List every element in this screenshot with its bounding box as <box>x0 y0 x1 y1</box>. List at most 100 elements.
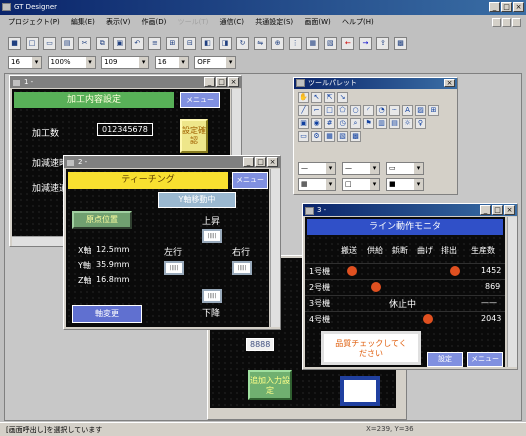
prev-icon[interactable]: ← <box>341 37 355 50</box>
win1-close-button[interactable]: × <box>228 77 239 87</box>
zoom-select[interactable]: 100% <box>47 56 96 69</box>
screen-window-2[interactable]: 2 - _ □ × ティーチング メニュー Y軸移動中 原点位置 X軸 12.5mm… <box>63 155 281 330</box>
front-icon[interactable]: ◧ <box>201 37 215 50</box>
menu-view[interactable]: 表示(V) <box>106 18 130 26</box>
setting-button[interactable]: 設定 <box>427 352 463 367</box>
zoom-icon[interactable]: ⊕ <box>271 37 285 50</box>
menu-edit[interactable]: 編集(E) <box>71 18 95 26</box>
image-icon[interactable]: ▨ <box>415 105 426 116</box>
jog-right-button[interactable]: ||||| <box>232 261 252 275</box>
window4-button[interactable]: 追加入力設定 <box>248 370 292 400</box>
close-button[interactable]: × <box>513 2 524 12</box>
axis-change-button[interactable]: 軸変更 <box>72 305 142 323</box>
switch-icon[interactable]: ▣ <box>298 118 309 129</box>
table-icon[interactable]: ⊞ <box>428 105 439 116</box>
flip-icon[interactable]: ⇋ <box>253 37 267 50</box>
panel-icon[interactable]: ▧ <box>337 131 348 142</box>
zoom-pointer-icon[interactable]: ↘ <box>337 92 348 103</box>
alarm-icon[interactable]: ⚑ <box>363 118 374 129</box>
win3-close-button[interactable]: × <box>504 205 515 215</box>
circle-icon[interactable]: ○ <box>350 105 361 116</box>
fill-pattern-select[interactable]: ▦ <box>298 178 336 191</box>
rect-icon[interactable]: □ <box>324 105 335 116</box>
minimize-button[interactable]: _ <box>489 2 500 12</box>
clock-icon[interactable]: ◷ <box>337 118 348 129</box>
settings-confirm-button[interactable]: 設定確認 <box>180 119 208 153</box>
window-part-icon[interactable]: ▭ <box>298 131 309 142</box>
font-size-select[interactable]: 16 <box>8 56 42 69</box>
fill-color-select[interactable]: □ <box>342 178 380 191</box>
win1-max-button[interactable]: □ <box>216 77 227 87</box>
color-select[interactable]: 109 <box>101 56 150 69</box>
menu-common[interactable]: 共通設定(S) <box>255 18 293 26</box>
multi-select-icon[interactable]: ⇱ <box>324 92 335 103</box>
win2-max-button[interactable]: □ <box>255 157 266 167</box>
menu-screen[interactable]: 画面(W) <box>304 18 330 26</box>
mdi-minimize-button[interactable] <box>492 18 501 27</box>
win3-max-button[interactable]: □ <box>492 205 503 215</box>
graph-icon[interactable]: ▥ <box>376 118 387 129</box>
arc-icon[interactable]: ◜ <box>363 105 374 116</box>
menu-tool[interactable]: ツール(T) <box>178 18 209 26</box>
save-icon[interactable]: ■ <box>8 37 21 50</box>
poly-icon[interactable]: ⬠ <box>337 105 348 116</box>
menu-help[interactable]: ヘルプ(H) <box>342 18 374 26</box>
keypad-icon[interactable]: ▦ <box>324 131 335 142</box>
row1-value[interactable]: 012345678 <box>97 123 153 136</box>
jog-left-button[interactable]: ||||| <box>164 261 184 275</box>
line-width-select[interactable]: — <box>342 162 380 175</box>
bulb-icon[interactable]: ☼ <box>402 118 413 129</box>
grid-size-select[interactable]: 16 <box>154 56 189 69</box>
window2-menu-button[interactable]: メニュー <box>232 172 268 189</box>
mdi-close-button[interactable] <box>512 18 521 27</box>
snap-select[interactable]: OFF <box>194 56 237 69</box>
undo-icon[interactable]: ↶ <box>130 37 144 50</box>
hand-icon[interactable]: ✋ <box>298 92 309 103</box>
win3-min-button[interactable]: _ <box>480 205 491 215</box>
origin-button[interactable]: 原点位置 <box>72 211 132 229</box>
new-screen-icon[interactable]: □ <box>25 37 39 50</box>
scale-icon[interactable]: ┄ <box>389 105 400 116</box>
align-icon[interactable]: ≡ <box>148 37 162 50</box>
data-icon[interactable]: ▩ <box>350 131 361 142</box>
ungroup-icon[interactable]: ⊟ <box>183 37 197 50</box>
line-style-select[interactable]: — <box>298 162 336 175</box>
menu-comm[interactable]: 通信(C) <box>220 18 244 26</box>
window3-vscroll[interactable] <box>507 217 517 367</box>
window3-menu-button[interactable]: メニュー <box>467 352 503 367</box>
mdi-restore-button[interactable] <box>502 18 511 27</box>
paste-icon[interactable]: ▣ <box>113 37 127 50</box>
win2-min-button[interactable]: _ <box>243 157 254 167</box>
print-icon[interactable]: ▤ <box>60 37 74 50</box>
gear-icon[interactable]: ⚙ <box>311 131 322 142</box>
line-icon[interactable]: ╱ <box>298 105 309 116</box>
chart-icon[interactable]: ▤ <box>389 118 400 129</box>
maximize-button[interactable]: □ <box>501 2 512 12</box>
win2-close-button[interactable]: × <box>267 157 278 167</box>
cut-icon[interactable]: ✂ <box>78 37 92 50</box>
layer-icon[interactable]: ▧ <box>323 37 337 50</box>
transfer-icon[interactable]: ⇪ <box>376 37 390 50</box>
line-color-select[interactable]: ▭ <box>386 162 424 175</box>
rotate-icon[interactable]: ↻ <box>236 37 250 50</box>
pointer-icon[interactable]: ↖ <box>311 92 322 103</box>
jog-up-button[interactable]: ||||| <box>202 229 222 243</box>
screen-window-3[interactable]: 3 - _ □ × ライン動作モニタ 搬送 供給 鋲断 曲げ 排出 生産数 1号機 … <box>302 203 518 370</box>
window1-menu-button[interactable]: メニュー <box>180 92 220 108</box>
window2-vscroll[interactable] <box>270 169 280 327</box>
next-icon[interactable]: → <box>358 37 372 50</box>
search-icon[interactable]: ⌕ <box>350 118 361 129</box>
win1-min-button[interactable]: _ <box>204 77 215 87</box>
lamp-icon[interactable]: ◉ <box>311 118 322 129</box>
bg-color-select[interactable]: ■ <box>386 178 424 191</box>
pin-icon[interactable]: ♀ <box>415 118 426 129</box>
text-icon[interactable]: A <box>402 105 413 116</box>
monitor-icon[interactable]: ▩ <box>394 37 408 50</box>
group-icon[interactable]: ⊞ <box>165 37 179 50</box>
palette-close-button[interactable]: × <box>444 79 455 87</box>
copy-icon[interactable]: ⧉ <box>95 37 109 50</box>
grid-icon[interactable]: ⋮ <box>288 37 302 50</box>
screen-icon[interactable]: ▦ <box>306 37 320 50</box>
pie-icon[interactable]: ◔ <box>376 105 387 116</box>
menu-project[interactable]: プロジェクト(P) <box>8 18 60 26</box>
